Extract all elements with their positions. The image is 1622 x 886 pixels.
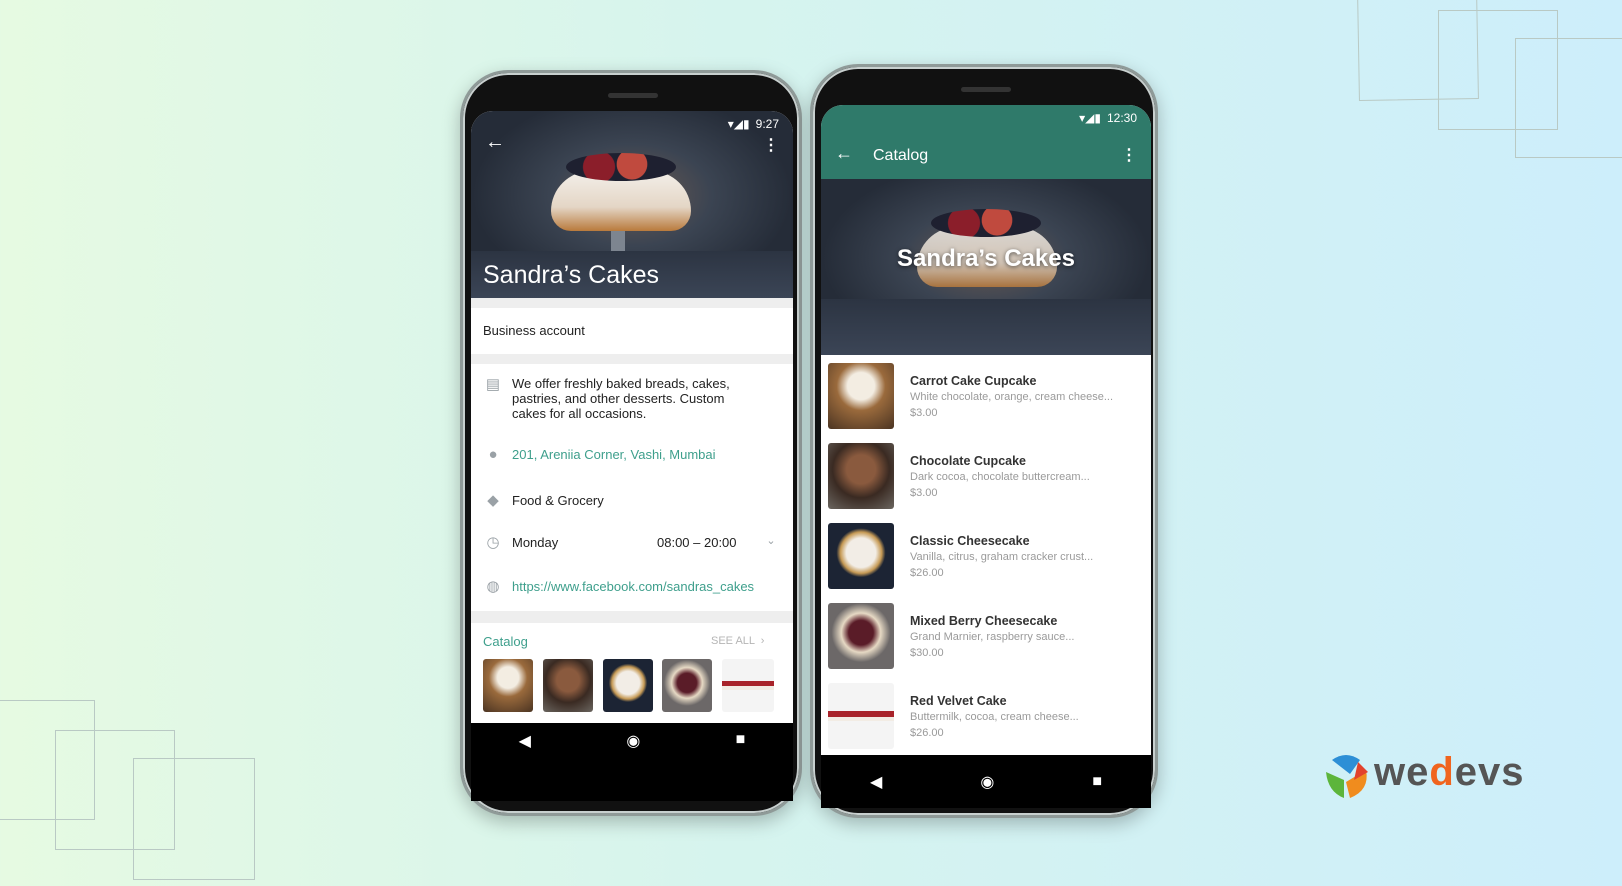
nav-recents-icon[interactable]: ■: [736, 731, 746, 749]
wedevs-logo-mark-icon: [1326, 755, 1368, 798]
berries: [931, 209, 1041, 237]
more-options-icon[interactable]: ⋮: [1121, 145, 1137, 165]
cloth: [821, 299, 1151, 355]
tag-icon: ◆: [487, 492, 499, 509]
header-title: Catalog: [873, 147, 929, 164]
catalog-item[interactable]: Classic Cheesecake Vanilla, citrus, grah…: [821, 522, 1151, 598]
wifi-icon: ▾◢▮: [727, 117, 750, 131]
catalog-thumb[interactable]: [483, 659, 533, 712]
account-type: Business account: [483, 323, 585, 338]
left-phone: ▾◢▮ 9:27 ← ⋮ Sandra’s Cakes Business acco…: [460, 70, 802, 816]
more-options-icon[interactable]: ⋮: [763, 135, 779, 155]
item-name: Red Velvet Cake: [910, 694, 1007, 708]
nav-home-icon[interactable]: ◉: [626, 731, 640, 751]
logo-text: wedevs: [1374, 750, 1525, 794]
catalog-item[interactable]: Carrot Cake Cupcake White chocolate, ora…: [821, 362, 1151, 438]
item-description: Dark cocoa, chocolate buttercream...: [910, 471, 1090, 483]
wifi-icon: ▾◢▮: [1079, 111, 1101, 125]
item-price: $26.00: [910, 567, 944, 579]
business-description: We offer freshly baked breads, cakes, pa…: [512, 376, 730, 421]
category: Food & Grocery: [512, 493, 604, 508]
location-pin-icon: ●: [488, 446, 498, 463]
address-link[interactable]: 201, Areniia Corner, Vashi, Mumbai: [512, 447, 716, 462]
catalog-item[interactable]: Chocolate Cupcake Dark cocoa, chocolate …: [821, 442, 1151, 518]
chevron-down-icon[interactable]: ⌄: [763, 533, 779, 549]
catalog-thumb[interactable]: [662, 659, 712, 712]
see-all-button[interactable]: SEE ALL ›: [711, 635, 764, 647]
item-name: Mixed Berry Cheesecake: [910, 614, 1058, 628]
item-thumbnail: [828, 683, 894, 749]
clock-icon: ◷: [486, 534, 500, 551]
nav-back-icon[interactable]: ◀: [870, 772, 882, 792]
catalog-item[interactable]: Mixed Berry Cheesecake Grand Marnier, ra…: [821, 602, 1151, 678]
divider: [471, 298, 793, 308]
android-nav-bar: ◀ ◉ ■: [821, 755, 1151, 808]
hours-day: Monday: [512, 535, 559, 550]
catalog-label: Catalog: [483, 634, 528, 649]
item-thumbnail: [828, 443, 894, 509]
android-nav-bar: ◀ ◉ ■: [471, 723, 793, 801]
status-time: 12:30: [1106, 111, 1137, 125]
divider: [471, 611, 793, 623]
item-price: $30.00: [910, 647, 944, 659]
back-arrow-icon[interactable]: ←: [835, 143, 853, 164]
status-bar: ▾◢▮ 9:27: [728, 117, 779, 131]
speaker: [961, 87, 1011, 92]
item-price: $3.00: [910, 407, 938, 419]
item-description: Buttermilk, cocoa, cream cheese...: [910, 711, 1079, 723]
website-link[interactable]: https://www.facebook.com/sandras_cakes: [512, 579, 754, 594]
item-name: Classic Cheesecake: [910, 534, 1030, 548]
nav-back-icon[interactable]: ◀: [519, 731, 531, 751]
catalog-thumb[interactable]: [722, 659, 774, 712]
nav-home-icon[interactable]: ◉: [980, 772, 994, 792]
berries: [566, 153, 676, 181]
item-price: $3.00: [910, 487, 938, 499]
item-thumbnail: [828, 363, 894, 429]
back-arrow-icon[interactable]: ←: [485, 131, 505, 154]
nav-recents-icon[interactable]: ■: [1092, 773, 1102, 791]
wedevs-logo: wedevs: [1322, 750, 1552, 802]
decor-square: [1515, 38, 1622, 158]
hero-title: Sandra’s Cakes: [897, 245, 1075, 272]
globe-icon: ◍: [486, 578, 500, 595]
item-name: Chocolate Cupcake: [910, 454, 1027, 468]
item-price: $26.00: [910, 727, 944, 739]
hero-image: Sandra’s Cakes: [821, 179, 1151, 355]
catalog-item[interactable]: Red Velvet Cake Buttermilk, cocoa, cream…: [821, 682, 1151, 758]
item-name: Carrot Cake Cupcake: [910, 374, 1037, 388]
item-description: Vanilla, citrus, graham cracker crust...: [910, 551, 1094, 563]
status-time: 9:27: [755, 117, 779, 131]
item-description: White chocolate, orange, cream cheese...: [910, 391, 1113, 403]
item-thumbnail: [828, 603, 894, 669]
right-phone: ▾◢▮ 12:30 ← Catalog ⋮ Sandra’s Cakes Carr…: [810, 64, 1158, 818]
hours-time: 08:00 – 20:00: [657, 535, 737, 550]
store-icon: ▤: [485, 376, 501, 393]
chevron-right-icon: ›: [760, 635, 765, 647]
status-bar: ▾◢▮ 12:30: [1079, 111, 1137, 125]
catalog-thumb[interactable]: [603, 659, 653, 712]
business-profile-screen: ▾◢▮ 9:27 ← ⋮ Sandra’s Cakes Business acco…: [471, 111, 793, 801]
wedevs-wordmark: wedevs: [1374, 750, 1525, 795]
divider: [471, 354, 793, 364]
catalog-screen: ▾◢▮ 12:30 ← Catalog ⋮ Sandra’s Cakes Carr…: [821, 105, 1151, 808]
speaker: [608, 93, 658, 98]
item-thumbnail: [828, 523, 894, 589]
catalog-thumb[interactable]: [543, 659, 593, 712]
business-name: Sandra’s Cakes: [483, 261, 660, 289]
decor-square: [133, 758, 255, 880]
item-description: Grand Marnier, raspberry sauce...: [910, 631, 1075, 643]
see-all-label: SEE ALL: [711, 635, 755, 647]
